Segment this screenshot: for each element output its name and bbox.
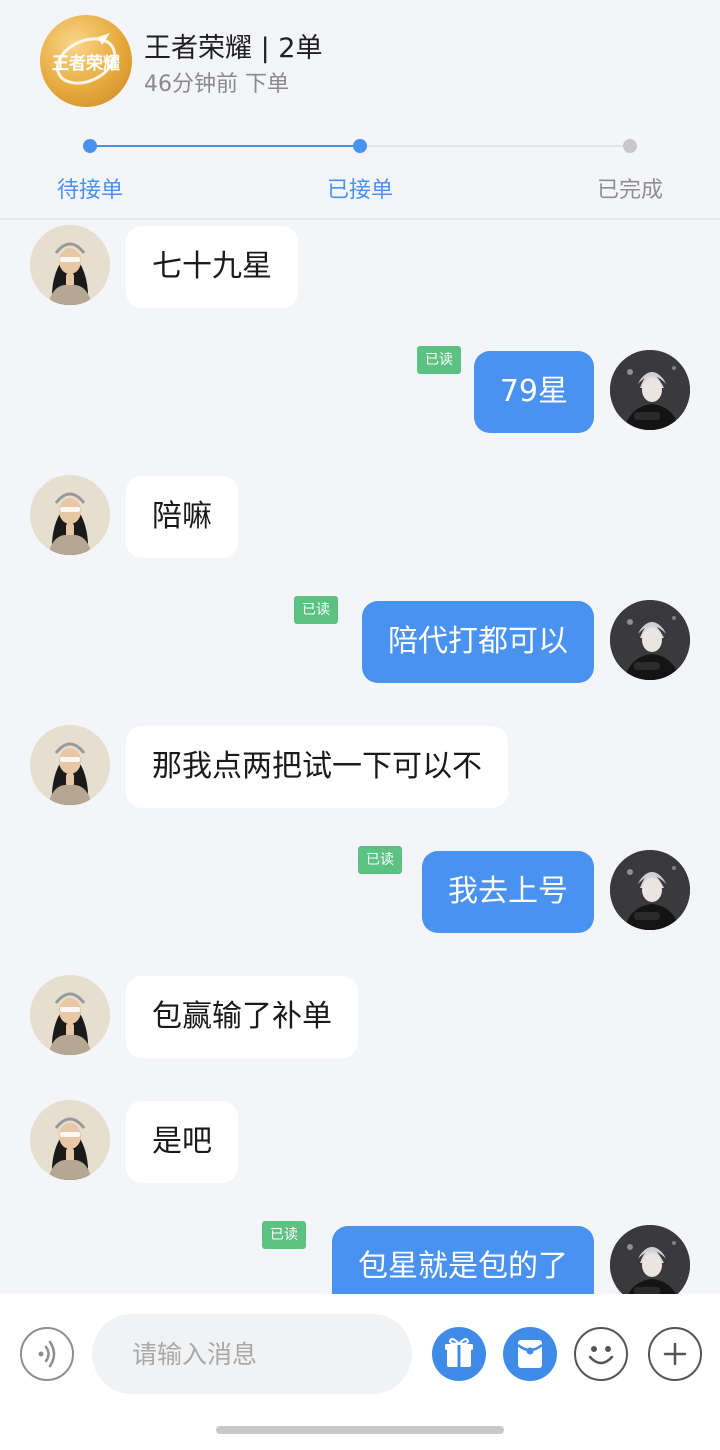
contact-avatar[interactable] (30, 725, 110, 805)
read-badge: 已读 (262, 1221, 306, 1249)
message-bubble-incoming[interactable]: 陪嘛 (126, 476, 238, 558)
voice-button[interactable] (20, 1327, 74, 1381)
message-bubble-outgoing[interactable]: 79星 (473, 351, 594, 433)
step-dot-accepted (353, 139, 367, 153)
my-avatar[interactable] (610, 600, 690, 680)
game-logo-text: 王者荣耀 (52, 53, 120, 74)
step-label-completed: 已完成 (596, 178, 664, 203)
message-bubble-outgoing[interactable]: 陪代打都可以 (362, 601, 594, 683)
message-row: 已读 我去上号 (0, 846, 720, 936)
read-badge: 已读 (417, 346, 461, 374)
plus-icon (663, 1342, 687, 1366)
contact-avatar[interactable] (30, 1100, 110, 1180)
message-row: 包赢输了补单 (0, 971, 720, 1061)
message-row: 是吧 (0, 1096, 720, 1186)
message-row: 七十九星 (0, 221, 720, 311)
emoji-button[interactable] (574, 1327, 628, 1381)
chat-page: 王者荣耀 王者荣耀 | 2单 46分钟前 下单 待接单 已接单 已完成 七十九星… (0, 0, 720, 1450)
message-row: 那我点两把试一下可以不 (0, 721, 720, 811)
message-input[interactable] (92, 1314, 412, 1394)
step-label-accepted: 已接单 (326, 178, 394, 203)
message-bubble-incoming[interactable]: 包赢输了补单 (126, 976, 358, 1058)
step-label-pending-accept: 待接单 (56, 178, 124, 203)
message-input-bar (0, 1294, 720, 1450)
read-badge: 已读 (294, 596, 338, 624)
step-dot-pending-accept (83, 139, 97, 153)
emoji-icon (588, 1346, 614, 1365)
progress-line-pending (360, 145, 630, 147)
gift-icon (445, 1338, 473, 1367)
read-badge: 已读 (358, 846, 402, 874)
game-logo: 王者荣耀 (40, 15, 132, 107)
message-row: 已读 包星就是包的了 (0, 1221, 720, 1294)
order-progress: 待接单 已接单 已完成 (0, 120, 720, 216)
gift-button[interactable] (432, 1327, 486, 1381)
contact-avatar[interactable] (30, 475, 110, 555)
order-header: 王者荣耀 王者荣耀 | 2单 46分钟前 下单 (0, 0, 720, 110)
contact-avatar[interactable] (30, 975, 110, 1055)
message-row: 陪嘛 (0, 471, 720, 561)
red-packet-button[interactable] (503, 1327, 557, 1381)
order-time: 46分钟前 下单 (144, 72, 289, 97)
voice-icon (38, 1340, 56, 1368)
message-bubble-incoming[interactable]: 那我点两把试一下可以不 (126, 726, 508, 808)
my-avatar[interactable] (610, 1225, 690, 1294)
red-packet-icon (517, 1340, 543, 1368)
message-bubble-incoming[interactable]: 七十九星 (126, 226, 298, 308)
message-row: 已读 陪代打都可以 (0, 596, 720, 686)
order-title: 王者荣耀 | 2单 (144, 33, 323, 64)
message-bubble-incoming[interactable]: 是吧 (126, 1101, 238, 1183)
message-row: 已读 79星 (0, 346, 720, 436)
my-avatar[interactable] (610, 850, 690, 930)
more-button[interactable] (648, 1327, 702, 1381)
chat-list[interactable]: 七十九星 已读 79星 陪嘛 已读 陪代打都可以 那我点两把试一下可以不 已读 … (0, 220, 720, 1294)
message-bubble-outgoing[interactable]: 包星就是包的了 (332, 1226, 594, 1294)
home-indicator[interactable] (216, 1426, 504, 1434)
progress-line-done (90, 145, 360, 147)
my-avatar[interactable] (610, 350, 690, 430)
message-bubble-outgoing[interactable]: 我去上号 (422, 851, 594, 933)
contact-avatar[interactable] (30, 225, 110, 305)
step-dot-completed (623, 139, 637, 153)
